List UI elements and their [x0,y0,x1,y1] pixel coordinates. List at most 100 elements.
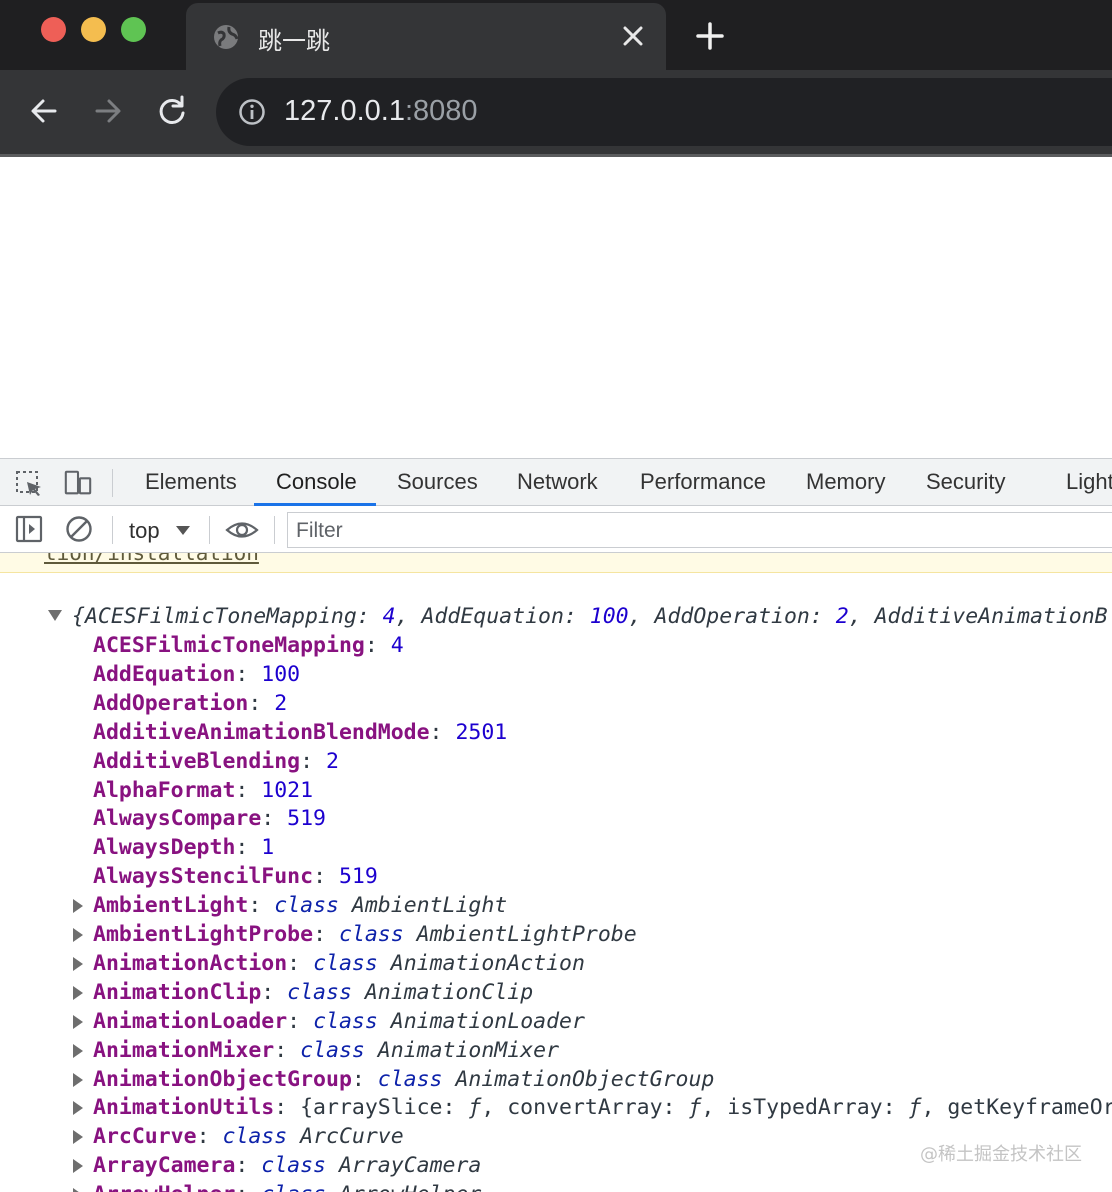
class-keyword: class [274,893,339,919]
expand-triangle-icon[interactable] [48,610,62,621]
tab-performance[interactable]: Performance [640,469,766,495]
property-key: AlwaysCompare [93,806,262,832]
summary-value: 4 [382,604,396,629]
expand-arrow-icon[interactable] [73,1014,83,1029]
property-row: AlwaysCompare: 519 [93,806,327,832]
chevron-down-icon[interactable] [176,526,190,535]
property-row[interactable]: AmbientLight: class AmbientLight [73,893,507,919]
eye-icon[interactable] [225,516,259,544]
new-tab-icon[interactable] [694,20,726,52]
expand-arrow-icon[interactable] [73,1101,83,1116]
property-key: ArcCurve [93,1124,197,1150]
property-key: AlwaysStencilFunc [93,864,314,890]
property-row[interactable]: AnimationObjectGroup: class AnimationObj… [73,1066,715,1092]
property-key: AmbientLightProbe [93,922,314,947]
clear-console-icon[interactable] [64,515,94,543]
property-value: 1021 [261,777,314,803]
browser-toolbar: 127.0.0.1:8080 [0,70,1112,154]
property-row: AlphaFormat: 1021 [93,777,314,803]
property-row: AlwaysStencilFunc: 519 [93,864,378,890]
expand-arrow-icon[interactable] [73,985,83,1000]
maximize-window-button[interactable] [121,17,146,42]
class-name: AnimationClip [364,979,534,1005]
toolbar-separator [209,516,210,544]
property-value: 519 [338,864,378,890]
tab-lighthouse[interactable]: Light [1066,469,1112,495]
property-key: AlphaFormat [93,777,236,803]
object-brace: { [72,604,85,629]
class-keyword: class [300,1037,365,1063]
property-key: AnimationLoader [93,1008,288,1034]
toolbar-separator [112,469,113,497]
property-value: 4 [390,633,404,658]
device-toolbar-icon[interactable] [63,469,93,497]
close-window-button[interactable] [41,17,66,42]
filter-input[interactable]: Filter [287,512,1112,548]
expand-arrow-icon[interactable] [73,1130,83,1145]
property-row[interactable]: ArrayCamera: class ArrayCamera [73,1153,482,1179]
property-value: 100 [261,661,301,687]
context-selector[interactable]: top [129,518,160,544]
expand-arrow-icon[interactable] [73,1188,83,1192]
class-name: ArcCurve [300,1124,404,1150]
property-value: 1 [261,835,275,861]
property-row[interactable]: AmbientLightProbe: class AmbientLightPro… [73,922,637,947]
property-row: AddOperation: 2 [93,690,288,716]
class-name: ArrayCamera [338,1153,482,1179]
property-row[interactable]: AnimationClip: class AnimationClip [73,979,534,1005]
filter-placeholder: Filter [296,519,343,542]
expand-arrow-icon[interactable] [73,899,83,914]
class-name: AmbientLightProbe [416,922,637,947]
expand-arrow-icon[interactable] [73,1159,83,1174]
property-key: AnimationMixer [93,1037,275,1063]
reload-icon[interactable] [155,94,189,128]
console-toolbar: top Filter [0,507,1112,553]
tab-elements[interactable]: Elements [145,469,237,495]
property-key: AnimationClip [93,979,262,1005]
address-bar[interactable]: 127.0.0.1:8080 [216,78,1112,146]
back-arrow-icon[interactable] [27,94,61,128]
browser-tab[interactable]: 跳一跳 [186,3,666,70]
globe-icon [214,25,239,49]
expand-arrow-icon[interactable] [73,956,83,971]
expand-arrow-icon[interactable] [73,1072,83,1087]
property-key: AmbientLight [93,893,249,919]
property-key: AdditiveAnimationBlendMode [93,719,430,745]
class-name: AnimationLoader [390,1008,585,1034]
close-tab-icon[interactable] [620,23,646,49]
forward-arrow-icon[interactable] [91,94,125,128]
expand-arrow-icon[interactable] [73,1043,83,1058]
property-row[interactable]: AnimationMixer: class AnimationMixer [73,1037,560,1063]
property-row: ACESFilmicToneMapping: 4 [93,633,404,658]
property-row[interactable]: AnimationLoader: class AnimationLoader [73,1008,585,1034]
summary-key: ACESFilmicToneMapping [84,604,357,629]
property-key: ArrayCamera [93,1153,236,1179]
class-keyword: class [261,1182,326,1192]
class-name: AnimationObjectGroup [455,1066,715,1092]
property-key: ArrowHelper [93,1182,235,1192]
property-row: AdditiveBlending: 2 [93,748,339,774]
minimize-window-button[interactable] [81,17,106,42]
warning-link[interactable]: tion/installation [44,553,259,565]
tab-console[interactable]: Console [276,469,357,495]
property-row[interactable]: ArrowHelper: class ArrowHelper [73,1182,481,1192]
sidebar-toggle-icon[interactable] [14,515,44,543]
expand-arrow-icon[interactable] [73,928,83,942]
property-value: 2501 [455,719,508,745]
property-row[interactable]: AnimationUtils: {arraySlice: ƒ, convertA… [73,1095,1112,1120]
tab-title: 跳一跳 [258,27,330,55]
site-info-icon[interactable] [238,98,266,126]
tab-network[interactable]: Network [517,469,598,495]
tab-security[interactable]: Security [926,469,1005,495]
tab-memory[interactable]: Memory [806,469,885,495]
inspect-element-icon[interactable] [14,469,44,497]
class-keyword: class [261,1153,327,1179]
summary-value: 100 [589,604,629,629]
tab-strip: 跳一跳 [0,0,1112,70]
property-row[interactable]: AnimationAction: class AnimationAction [73,951,585,976]
active-tab-indicator [254,503,376,506]
object-summary[interactable]: {ACESFilmicToneMapping: 4, AddEquation: … [48,604,1108,629]
property-row[interactable]: ArcCurve: class ArcCurve [73,1124,404,1150]
tab-sources[interactable]: Sources [397,469,478,495]
class-name: AnimationMixer [377,1037,560,1063]
